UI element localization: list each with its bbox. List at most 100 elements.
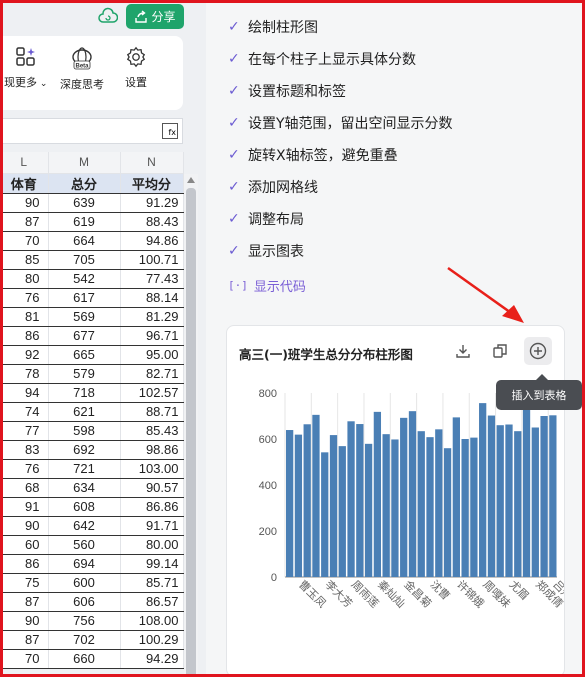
cell-total[interactable]: 660 — [48, 649, 121, 669]
cell-pe[interactable]: 87 — [0, 212, 49, 232]
cell-total[interactable]: 600 — [48, 573, 121, 593]
cell-pe[interactable]: 80 — [0, 269, 49, 289]
cell-pe[interactable]: 90 — [0, 516, 49, 536]
cell-total[interactable]: 598 — [48, 421, 121, 441]
cell-total[interactable]: 621 — [48, 402, 121, 422]
cell-total[interactable]: 634 — [48, 478, 121, 498]
cell-total[interactable]: 560 — [48, 535, 121, 555]
chart-bar — [417, 431, 425, 577]
cell-pe[interactable]: 87 — [0, 592, 49, 612]
cell-average[interactable]: 99.14 — [120, 554, 184, 574]
cell-pe[interactable]: 70 — [0, 649, 49, 669]
cell-pe[interactable]: 86 — [0, 554, 49, 574]
cell-average[interactable]: 94.86 — [120, 231, 184, 251]
header-cell-total[interactable]: 总分 — [48, 173, 121, 194]
cell-pe[interactable]: 76 — [0, 459, 49, 479]
copy-icon[interactable] — [489, 340, 511, 362]
cell-average[interactable]: 90.57 — [120, 478, 184, 498]
cell-total[interactable]: 606 — [48, 592, 121, 612]
cell-average[interactable]: 77.43 — [120, 269, 184, 289]
cell-average[interactable]: 94.29 — [120, 649, 184, 669]
header-cell-pe[interactable]: 体育 — [0, 173, 49, 194]
cell-average[interactable]: 85.71 — [120, 573, 184, 593]
cell-average[interactable]: 100.29 — [120, 630, 184, 650]
cloud-sync-icon[interactable] — [98, 7, 118, 27]
cell-total[interactable]: 665 — [48, 345, 121, 365]
chart-bar — [479, 403, 487, 577]
download-icon[interactable] — [452, 340, 474, 362]
show-code-link[interactable]: [·] 显示代码 — [228, 276, 306, 295]
cell-pe[interactable]: 92 — [0, 345, 49, 365]
scroll-up-arrow-icon[interactable] — [187, 177, 195, 183]
scrollbar-thumb[interactable] — [186, 188, 196, 677]
cell-average[interactable]: 91.71 — [120, 516, 184, 536]
table-row: 80 542 77.43 — [0, 269, 184, 289]
cell-pe[interactable]: 60 — [0, 535, 49, 555]
formula-bar[interactable]: fx — [0, 118, 183, 144]
cell-total[interactable]: 639 — [48, 193, 121, 213]
cell-pe[interactable]: 68 — [0, 478, 49, 498]
cell-pe[interactable]: 90 — [0, 193, 49, 213]
cell-average[interactable]: 88.43 — [120, 212, 184, 232]
cell-total[interactable]: 542 — [48, 269, 121, 289]
cell-pe[interactable]: 86 — [0, 326, 49, 346]
cell-pe[interactable]: 70 — [0, 231, 49, 251]
chart-bar — [540, 416, 548, 577]
cell-total[interactable]: 756 — [48, 611, 121, 631]
cell-total[interactable]: 721 — [48, 459, 121, 479]
cell-pe[interactable]: 77 — [0, 421, 49, 441]
cell-total[interactable]: 664 — [48, 231, 121, 251]
cell-average[interactable]: 103.00 — [120, 459, 184, 479]
cell-pe[interactable]: 94 — [0, 383, 49, 403]
cell-average[interactable]: 91.29 — [120, 193, 184, 213]
cell-pe[interactable]: 74 — [0, 402, 49, 422]
cell-pe[interactable]: 78 — [0, 364, 49, 384]
cell-average[interactable]: 86.86 — [120, 497, 184, 517]
column-letter-l[interactable]: L — [0, 152, 49, 174]
cell-average[interactable]: 96.71 — [120, 326, 184, 346]
header-cell-average[interactable]: 平均分 — [120, 173, 184, 194]
more-features-button[interactable]: 现更多 ⌄ — [4, 46, 47, 90]
cell-pe[interactable]: 87 — [0, 630, 49, 650]
cell-total[interactable]: 619 — [48, 212, 121, 232]
cell-total[interactable]: 718 — [48, 383, 121, 403]
cell-total[interactable]: 705 — [48, 250, 121, 270]
cell-pe[interactable]: 76 — [0, 288, 49, 308]
cell-average[interactable]: 95.00 — [120, 345, 184, 365]
deep-think-button[interactable]: Beta 深度思考 — [60, 46, 104, 92]
cell-pe[interactable]: 75 — [0, 573, 49, 593]
cell-total[interactable]: 617 — [48, 288, 121, 308]
cell-average[interactable]: 82.71 — [120, 364, 184, 384]
cell-average[interactable]: 80.00 — [120, 535, 184, 555]
cell-total[interactable]: 677 — [48, 326, 121, 346]
cell-average[interactable]: 88.14 — [120, 288, 184, 308]
cell-total[interactable]: 579 — [48, 364, 121, 384]
cell-average[interactable]: 102.57 — [120, 383, 184, 403]
cell-pe[interactable]: 91 — [0, 497, 49, 517]
cell-total[interactable]: 642 — [48, 516, 121, 536]
cell-average[interactable]: 81.29 — [120, 307, 184, 327]
fx-icon[interactable]: fx — [162, 123, 178, 139]
settings-button[interactable]: 设置 — [124, 46, 148, 90]
cell-average[interactable]: 88.71 — [120, 402, 184, 422]
insert-plus-icon[interactable] — [524, 337, 552, 365]
cell-average[interactable]: 85.43 — [120, 421, 184, 441]
cell-total[interactable]: 692 — [48, 440, 121, 460]
cell-pe[interactable]: 90 — [0, 611, 49, 631]
cell-average[interactable]: 100.71 — [120, 250, 184, 270]
cell-pe[interactable]: 85 — [0, 250, 49, 270]
cell-total[interactable]: 702 — [48, 630, 121, 650]
cell-average[interactable]: 98.86 — [120, 440, 184, 460]
cell-pe[interactable]: 81 — [0, 307, 49, 327]
column-letter-n[interactable]: N — [120, 152, 184, 174]
share-button[interactable]: 分享 — [126, 4, 184, 29]
cell-average[interactable]: 86.57 — [120, 592, 184, 612]
cell-total[interactable]: 608 — [48, 497, 121, 517]
chart-bar — [391, 439, 399, 577]
cell-total[interactable]: 694 — [48, 554, 121, 574]
cell-total[interactable]: 569 — [48, 307, 121, 327]
cell-pe[interactable]: 83 — [0, 440, 49, 460]
cell-average[interactable]: 108.00 — [120, 611, 184, 631]
column-letter-m[interactable]: M — [48, 152, 121, 174]
vertical-scrollbar[interactable] — [184, 174, 198, 677]
